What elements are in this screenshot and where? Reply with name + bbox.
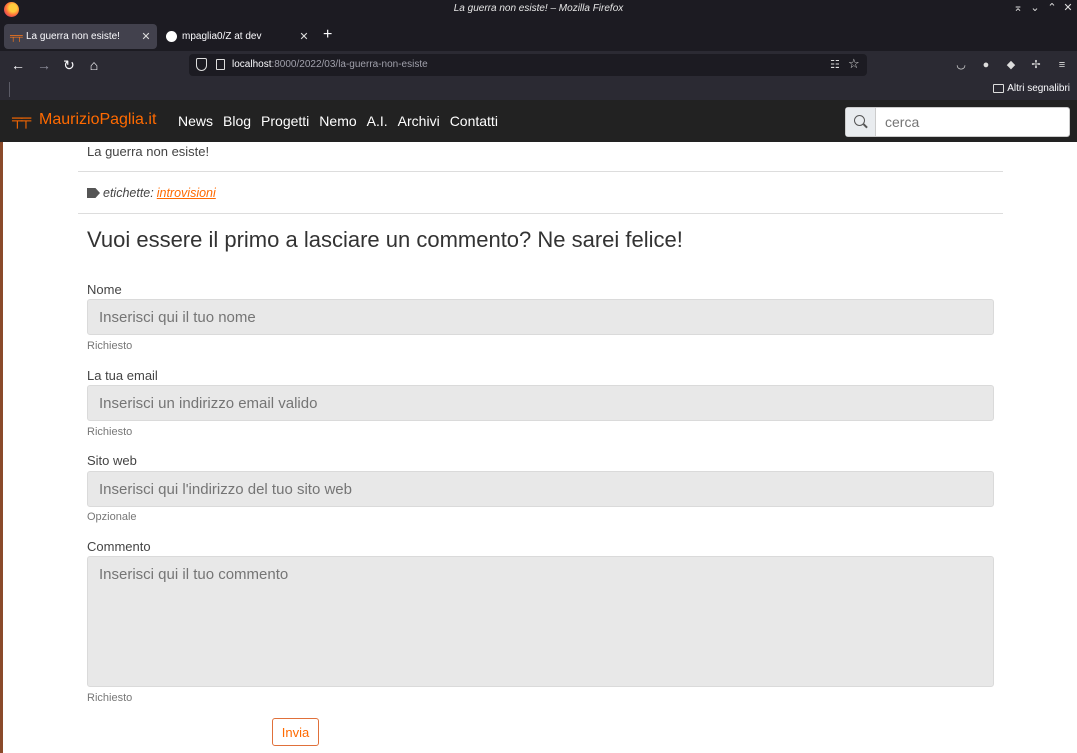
menu-icon[interactable]: ≡: [1055, 58, 1069, 72]
tab-label: La guerra non esiste!: [26, 31, 120, 42]
main-menu: News Blog Progetti Nemo A.I. Archivi Con…: [178, 113, 498, 129]
email-field[interactable]: [87, 385, 994, 421]
email-label: La tua email: [87, 368, 158, 383]
url-text[interactable]: localhost:8000/2022/03/la-guerra-non-esi…: [232, 59, 428, 70]
back-icon[interactable]: ←: [10, 57, 26, 73]
forward-icon[interactable]: →: [36, 57, 52, 73]
url-path: :8000/2022/03/la-guerra-non-esiste: [271, 59, 428, 70]
post-excerpt: La guerra non esiste!: [87, 144, 210, 159]
search-input[interactable]: [876, 108, 1066, 136]
tags-label: etichette:: [103, 186, 154, 200]
bookmark-star-icon[interactable]: ☆: [848, 56, 860, 72]
tab-strip: ╤╤ La guerra non esiste! ✕ mpaglia0/Z at…: [0, 20, 1077, 51]
close-tab-icon[interactable]: ✕: [297, 30, 311, 43]
tab-la-guerra[interactable]: ╤╤ La guerra non esiste! ✕: [4, 24, 157, 49]
name-help: Richiesto: [87, 340, 133, 352]
url-bar[interactable]: localhost:8000/2022/03/la-guerra-non-esi…: [189, 54, 867, 76]
brand-logo-icon: ╤╤: [12, 111, 31, 128]
tag-link-introvisioni[interactable]: introvisioni: [157, 186, 216, 200]
site-search: [845, 107, 1070, 137]
close-window-icon[interactable]: ✕: [1061, 1, 1075, 14]
nav-toolbar: ← → ↻ ⌂ localhost:8000/2022/03/la-guerra…: [0, 51, 1077, 79]
website-help: Opzionale: [87, 511, 137, 523]
extension-shield-icon[interactable]: ◆: [1004, 58, 1018, 72]
home-icon[interactable]: ⌂: [86, 57, 102, 73]
site-favicon-icon: ╤╤: [10, 31, 23, 41]
keep-above-icon[interactable]: ⌅: [1011, 1, 1025, 14]
tab-github[interactable]: mpaglia0/Z at dev ✕: [160, 24, 315, 49]
menu-archivi[interactable]: Archivi: [398, 113, 440, 129]
menu-nemo[interactable]: Nemo: [319, 113, 356, 129]
website-field[interactable]: [87, 471, 994, 507]
name-field[interactable]: [87, 299, 994, 335]
reader-view-icon[interactable]: ☷: [830, 58, 840, 71]
menu-ai[interactable]: A.I.: [367, 113, 388, 129]
minimize-icon[interactable]: ⌄: [1028, 1, 1042, 14]
other-bookmarks-label: Altri segnalibri: [1007, 83, 1070, 94]
tracking-shield-icon[interactable]: [196, 58, 207, 71]
menu-blog[interactable]: Blog: [223, 113, 251, 129]
background-edge: [0, 142, 3, 753]
website-label: Sito web: [87, 453, 137, 468]
github-icon: [166, 31, 177, 42]
folder-icon: [993, 84, 1005, 93]
page-info-icon[interactable]: [216, 59, 225, 70]
bookmarks-toolbar: Altri segnalibri: [0, 79, 1077, 100]
window-title: La guerra non esiste! – Mozilla Firefox: [453, 3, 624, 14]
divider: [78, 213, 1003, 214]
url-host: localhost: [232, 59, 272, 70]
menu-contatti[interactable]: Contatti: [450, 113, 498, 129]
reload-icon[interactable]: ↻: [61, 57, 77, 73]
account-icon[interactable]: ●: [979, 58, 993, 72]
divider: [78, 171, 1003, 172]
close-tab-icon[interactable]: ✕: [139, 30, 153, 43]
other-bookmarks[interactable]: Altri segnalibri: [993, 83, 1070, 94]
bookmarks-separator: [9, 82, 10, 97]
extensions-icon[interactable]: ✢: [1029, 58, 1043, 72]
search-icon[interactable]: [846, 108, 876, 136]
comment-label: Commento: [87, 539, 151, 554]
tab-label: mpaglia0/Z at dev: [182, 31, 262, 42]
menu-progetti[interactable]: Progetti: [261, 113, 309, 129]
site-brand[interactable]: ╤╤ MaurizioPaglia.it: [12, 111, 156, 129]
new-tab-icon[interactable]: +: [323, 27, 332, 43]
menu-news[interactable]: News: [178, 113, 213, 129]
window-titlebar: La guerra non esiste! – Mozilla Firefox …: [0, 0, 1077, 20]
name-label: Nome: [87, 282, 122, 297]
site-navbar: ╤╤ MaurizioPaglia.it News Blog Progetti …: [0, 100, 1077, 142]
brand-name: MaurizioPaglia.it: [39, 111, 157, 128]
comment-field[interactable]: [87, 556, 994, 687]
comment-heading: Vuoi essere il primo a lasciare un comme…: [87, 227, 683, 252]
submit-button[interactable]: Invia: [272, 718, 319, 746]
pocket-icon[interactable]: ◡: [954, 58, 968, 72]
email-help: Richiesto: [87, 426, 133, 438]
comment-help: Richiesto: [87, 692, 133, 704]
maximize-icon[interactable]: ⌃: [1045, 1, 1059, 14]
post-tags: etichette: introvisioni: [87, 186, 216, 200]
tag-icon: [87, 188, 100, 198]
